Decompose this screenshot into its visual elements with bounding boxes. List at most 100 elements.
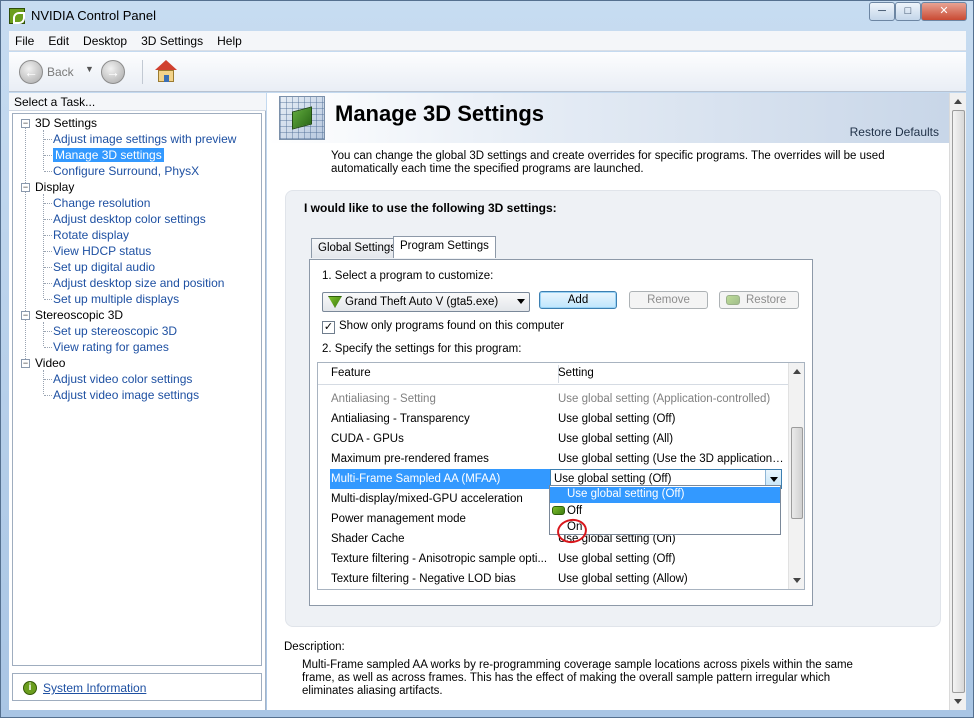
maximize-button[interactable]: □ <box>895 2 921 21</box>
step1-label: 1. Select a program to customize: <box>322 270 494 282</box>
column-feature[interactable]: Feature <box>331 367 371 379</box>
table-row[interactable]: Maximum pre-rendered frames Use global s… <box>318 449 790 469</box>
program-select-value: Grand Theft Auto V (gta5.exe) <box>345 296 499 308</box>
menu-desktop[interactable]: Desktop <box>77 34 135 48</box>
home-icon[interactable] <box>154 60 178 84</box>
task-tree: − 3D Settings Adjust image settings with… <box>12 113 262 666</box>
scroll-thumb[interactable] <box>952 110 965 693</box>
add-button[interactable]: Add <box>539 291 617 309</box>
system-information-box: i System Information <box>12 673 262 701</box>
scroll-down-icon[interactable] <box>954 699 962 704</box>
tree-connector <box>25 127 26 367</box>
collapse-3d-settings-icon[interactable]: − <box>21 119 30 128</box>
info-icon: i <box>23 681 37 695</box>
window-controls: ─ □ ✕ <box>869 2 967 21</box>
page-title: Manage 3D Settings <box>335 101 545 126</box>
settings-grid: Feature Setting Antialiasing - Setting U… <box>317 362 805 590</box>
task-adjust-video-image[interactable]: Adjust video image settings <box>53 388 199 404</box>
page-header: Manage 3D Settings Restore Defaults <box>267 93 949 143</box>
collapse-stereoscopic-icon[interactable]: − <box>21 311 30 320</box>
toolbar: ← Back ▼ → <box>9 52 966 92</box>
table-row[interactable]: Antialiasing - Transparency Use global s… <box>318 409 790 429</box>
menu-bar: File Edit Desktop 3D Settings Help <box>9 31 966 51</box>
system-information-link[interactable]: System Information <box>43 681 146 695</box>
window-title: NVIDIA Control Panel <box>31 8 157 23</box>
forward-arrow-icon[interactable]: → <box>101 60 125 84</box>
back-button-label[interactable]: Back <box>47 65 74 79</box>
scroll-thumb[interactable] <box>791 427 803 519</box>
program-settings-tab-content: 1. Select a program to customize: Grand … <box>309 259 813 606</box>
checkbox-label: Show only programs found on this compute… <box>339 320 565 332</box>
content-pane: Manage 3D Settings Restore Defaults You … <box>267 93 949 710</box>
tab-program-settings[interactable]: Program Settings <box>393 236 496 258</box>
nvidia-logo-icon <box>726 295 740 305</box>
back-arrow-icon[interactable]: ← <box>19 60 43 84</box>
collapse-display-icon[interactable]: − <box>21 183 30 192</box>
close-button[interactable]: ✕ <box>921 2 967 21</box>
task-pane: Select a Task... − 3D Settings Adjust im… <box>9 93 266 710</box>
panel-heading: I would like to use the following 3D set… <box>304 201 557 215</box>
nvidia-recommended-icon <box>552 506 565 515</box>
description-text: Multi-Frame sampled AA works by re-progr… <box>302 659 853 697</box>
table-row[interactable]: Antialiasing - Setting Use global settin… <box>318 389 790 409</box>
task-set-up-digital-audio[interactable]: Set up digital audio <box>53 260 155 276</box>
tree-connector <box>43 130 44 170</box>
step2-label: 2. Specify the settings for this program… <box>322 343 522 355</box>
description-label: Description: <box>284 641 345 653</box>
chevron-down-icon <box>517 299 525 304</box>
menu-3d-settings[interactable]: 3D Settings <box>135 34 211 48</box>
task-view-hdcp-status[interactable]: View HDCP status <box>53 244 151 260</box>
tree-category-stereoscopic-3d[interactable]: Stereoscopic 3D <box>35 308 123 324</box>
restore-defaults-link[interactable]: Restore Defaults <box>850 125 939 139</box>
task-pane-header: Select a Task... <box>9 93 266 111</box>
tree-category-3d-settings[interactable]: 3D Settings <box>35 116 97 132</box>
intro-text: You can change the global 3D settings an… <box>331 150 885 175</box>
program-icon <box>328 296 342 308</box>
column-setting[interactable]: Setting <box>558 367 594 379</box>
content-scrollbar[interactable] <box>949 93 966 710</box>
task-change-resolution[interactable]: Change resolution <box>53 196 150 212</box>
title-bar[interactable]: NVIDIA Control Panel ─ □ ✕ <box>1 1 973 31</box>
menu-file[interactable]: File <box>9 34 42 48</box>
tab-global-settings[interactable]: Global Settings <box>311 238 403 258</box>
collapse-video-icon[interactable]: − <box>21 359 30 368</box>
toolbar-separator <box>142 60 143 84</box>
task-manage-3d-settings[interactable]: Manage 3D settings <box>53 148 164 164</box>
scroll-up-icon[interactable] <box>793 369 801 374</box>
task-view-rating-for-games[interactable]: View rating for games <box>53 340 169 356</box>
task-adjust-image-settings[interactable]: Adjust image settings with preview <box>53 132 236 148</box>
task-set-up-multiple-displays[interactable]: Set up multiple displays <box>53 292 179 308</box>
nvidia-control-panel-window: NVIDIA Control Panel ─ □ ✕ File Edit Des… <box>0 0 974 718</box>
menu-help[interactable]: Help <box>211 34 250 48</box>
tree-category-label: 3D Settings <box>35 116 98 130</box>
task-adjust-desktop-color[interactable]: Adjust desktop color settings <box>53 212 206 228</box>
minimize-button[interactable]: ─ <box>869 2 895 21</box>
remove-button[interactable]: Remove <box>629 291 708 309</box>
task-rotate-display[interactable]: Rotate display <box>53 228 129 244</box>
scroll-down-icon[interactable] <box>793 578 801 583</box>
program-select[interactable]: Grand Theft Auto V (gta5.exe) <box>322 292 530 312</box>
table-row[interactable]: CUDA - GPUs Use global setting (All) <box>318 429 790 449</box>
tree-connector <box>43 370 44 394</box>
tree-connector <box>43 322 44 346</box>
option-off[interactable]: Off <box>550 504 780 520</box>
task-set-up-stereoscopic-3d[interactable]: Set up stereoscopic 3D <box>53 324 177 340</box>
3d-settings-icon <box>279 96 325 140</box>
task-configure-surround-physx[interactable]: Configure Surround, PhysX <box>53 164 199 180</box>
restore-button[interactable]: Restore <box>719 291 799 309</box>
tree-category-video[interactable]: Video <box>35 356 65 372</box>
option-use-global-setting[interactable]: Use global setting (Off) <box>550 487 780 503</box>
grid-scrollbar[interactable] <box>788 363 804 589</box>
scroll-up-icon[interactable] <box>954 99 962 104</box>
show-only-found-programs-checkbox[interactable]: ✓ <box>322 321 335 334</box>
restore-button-label: Restore <box>746 294 787 306</box>
back-history-dropdown-icon[interactable]: ▼ <box>85 64 94 74</box>
task-adjust-video-color[interactable]: Adjust video color settings <box>53 372 192 388</box>
menu-edit[interactable]: Edit <box>42 34 77 48</box>
task-adjust-desktop-size[interactable]: Adjust desktop size and position <box>53 276 224 292</box>
table-row[interactable]: Texture filtering - Anisotropic sample o… <box>318 549 790 569</box>
grid-header: Feature Setting <box>318 363 790 385</box>
nvidia-app-icon <box>9 8 25 24</box>
tree-category-display[interactable]: Display <box>35 180 74 196</box>
table-row[interactable]: Texture filtering - Negative LOD bias Us… <box>318 569 790 589</box>
